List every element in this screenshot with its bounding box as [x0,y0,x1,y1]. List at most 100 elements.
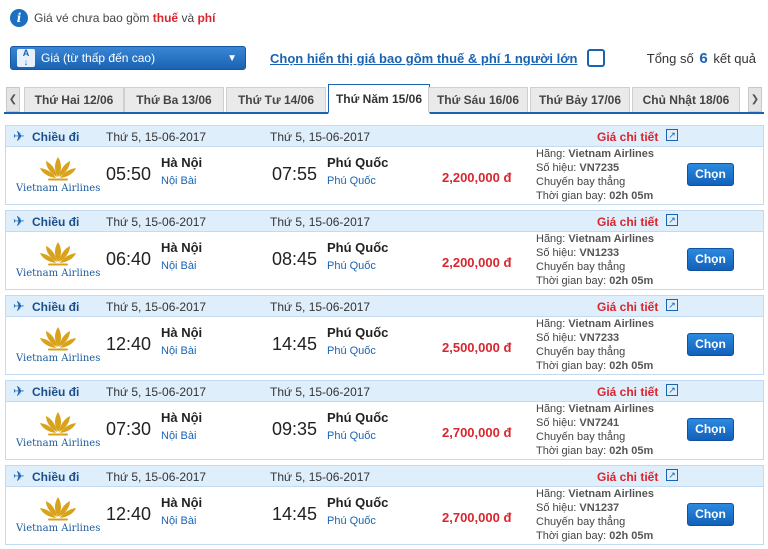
ticket-price: 2,200,000 đ [442,170,512,185]
include-tax-checkbox[interactable] [587,49,605,67]
next-dates-arrow-icon[interactable]: ❯ [748,87,762,112]
price-detail-link[interactable]: Giá chi tiết [597,385,658,399]
flight-number-line: Số hiệu: VN1237 [536,501,654,515]
flight-duration: 02h 05m [609,275,654,287]
lotus-logo-icon [40,412,76,436]
duration-prefix: Thời gian bay: [536,445,610,457]
direction-label: Chiều đi [32,385,80,399]
price-detail-link[interactable]: Giá chi tiết [597,215,658,229]
plane-icon: ✈ [13,213,25,229]
date-tab[interactable]: Thứ Năm 15/06 [328,84,430,114]
flight-header: ✈ Chiều đi Thứ 5, 15-06-2017 Thứ 5, 15-06-2… [6,126,763,147]
ticket-price: 2,700,000 đ [442,425,512,440]
date-tab[interactable]: Chủ Nhật 18/06 [632,87,740,112]
arrival-airport: Phú Quốc [327,515,376,527]
prev-dates-arrow-icon[interactable]: ❮ [6,87,20,112]
arrival-airport: Phú Quốc [327,175,376,187]
flight-info: Hãng: Vietnam Airlines Số hiệu: VN1233 Chu… [536,232,654,288]
lotus-logo-icon [40,157,76,181]
arrival-time: 14:45 [272,334,318,354]
price-detail-link[interactable]: Giá chi tiết [597,130,658,144]
departure-airport: Nội Bài [161,515,197,527]
departure-city: Hà Nội [161,240,203,255]
arrival-date: Thứ 5, 15-06-2017 [270,470,371,484]
notice-text: Giá vé chưa bao gồm thuế và phí [34,11,215,25]
arrival-city: Phú Quốc [327,240,389,255]
airline-logo: Vietnam Airlines [16,155,100,199]
duration-line: Thời gian bay: 02h 05m [536,359,654,373]
arrival-city: Phú Quốc [327,155,389,170]
departure-airport: Nội Bài [161,430,197,442]
airline-logo: Vietnam Airlines [16,325,100,369]
price-detail-link[interactable]: Giá chi tiết [597,470,658,484]
arrival-date: Thứ 5, 15-06-2017 [270,300,371,314]
flight-result: ✈ Chiều đi Thứ 5, 15-06-2017 Thứ 5, 15-06-2… [5,380,764,460]
flight-result: ✈ Chiều đi Thứ 5, 15-06-2017 Thứ 5, 15-06-2… [5,295,764,375]
external-link-icon[interactable]: ↗ [666,214,678,226]
flight-header: ✈ Chiều đi Thứ 5, 15-06-2017 Thứ 5, 15-06-2… [6,296,763,317]
departure-time: 07:30 [106,419,152,439]
airline-name: Vietnam Airlines [568,148,655,160]
flight-header: ✈ Chiều đi Thứ 5, 15-06-2017 Thứ 5, 15-06-2… [6,466,763,487]
choose-flight-button[interactable]: Chọn [687,333,734,356]
date-tab[interactable]: Thứ Sáu 16/06 [428,87,528,112]
ticket-price: 2,500,000 đ [442,340,512,355]
arrival-airport: Phú Quốc [327,430,376,442]
departure-date: Thứ 5, 15-06-2017 [106,385,207,399]
flight-type: Chuyến bay thẳng [536,431,626,443]
choose-flight-button[interactable]: Chọn [687,248,734,271]
airline-line: Hãng: Vietnam Airlines [536,402,654,416]
sort-dropdown[interactable]: A ↓ Giá (từ thấp đến cao) ▼ [10,46,246,70]
flight-number: VN7233 [579,332,620,344]
flight-number: VN7235 [579,162,620,174]
flight-type: Chuyến bay thẳng [536,261,626,273]
date-tab[interactable]: Thứ Bảy 17/06 [530,87,630,112]
airline-line: Hãng: Vietnam Airlines [536,317,654,331]
external-link-icon[interactable]: ↗ [666,469,678,481]
duration-line: Thời gian bay: 02h 05m [536,529,654,543]
airline-name: Vietnam Airlines [568,233,655,245]
airline-name: Vietnam Airlines [568,318,655,330]
flight-body: Vietnam Airlines 07:30 Hà Nội Nội Bài 09:35 P… [6,402,763,460]
price-detail-link[interactable]: Giá chi tiết [597,300,658,314]
departure-airport: Nội Bài [161,345,197,357]
ticket-price: 2,200,000 đ [442,255,512,270]
notice-tax: thuế [152,11,179,25]
arrival-city: Phú Quốc [327,495,389,510]
airline-line: Hãng: Vietnam Airlines [536,147,654,161]
airline-line: Hãng: Vietnam Airlines [536,487,654,501]
airline-name: Vietnam Airlines [568,403,655,415]
date-selector: ❮ Thứ Hai 12/06 Thứ Ba 13/06 Thứ Tư 14/06 T… [4,84,764,114]
total-prefix: Tổng số [646,51,694,66]
external-link-icon[interactable]: ↗ [666,384,678,396]
external-link-icon[interactable]: ↗ [666,129,678,141]
choose-flight-button[interactable]: Chọn [687,418,734,441]
flight-info: Hãng: Vietnam Airlines Số hiệu: VN1237 Chu… [536,487,654,543]
lotus-logo-icon [40,327,76,351]
flight-number-prefix: Số hiệu: [536,162,580,174]
direction-label: Chiều đi [32,300,80,314]
arrival-city: Phú Quốc [327,410,389,425]
date-tab[interactable]: Thứ Tư 14/06 [226,87,326,112]
include-tax-link[interactable]: Chọn hiển thị giá bao gồm thuế & phí 1 n… [270,51,577,66]
departure-city: Hà Nội [161,155,203,170]
choose-flight-button[interactable]: Chọn [687,503,734,526]
duration-prefix: Thời gian bay: [536,360,610,372]
direction-label: Chiều đi [32,470,80,484]
external-link-icon[interactable]: ↗ [666,299,678,311]
arrival-date: Thứ 5, 15-06-2017 [270,385,371,399]
arrival-time: 14:45 [272,504,318,524]
flight-number-prefix: Số hiệu: [536,417,580,429]
date-tab[interactable]: Thứ Ba 13/06 [124,87,224,112]
airline-line: Hãng: Vietnam Airlines [536,232,654,246]
date-tab[interactable]: Thứ Hai 12/06 [24,87,124,112]
choose-flight-button[interactable]: Chọn [687,163,734,186]
airline-prefix: Hãng: [536,148,569,160]
arrival-city: Phú Quốc [327,325,389,340]
arrival-date: Thứ 5, 15-06-2017 [270,130,371,144]
airline-logo-text: Vietnam Airlines [16,183,101,194]
departure-date: Thứ 5, 15-06-2017 [106,215,207,229]
flight-body: Vietnam Airlines 12:40 Hà Nội Nội Bài 14:45 P… [6,317,763,375]
flight-duration: 02h 05m [609,360,654,372]
duration-prefix: Thời gian bay: [536,275,610,287]
